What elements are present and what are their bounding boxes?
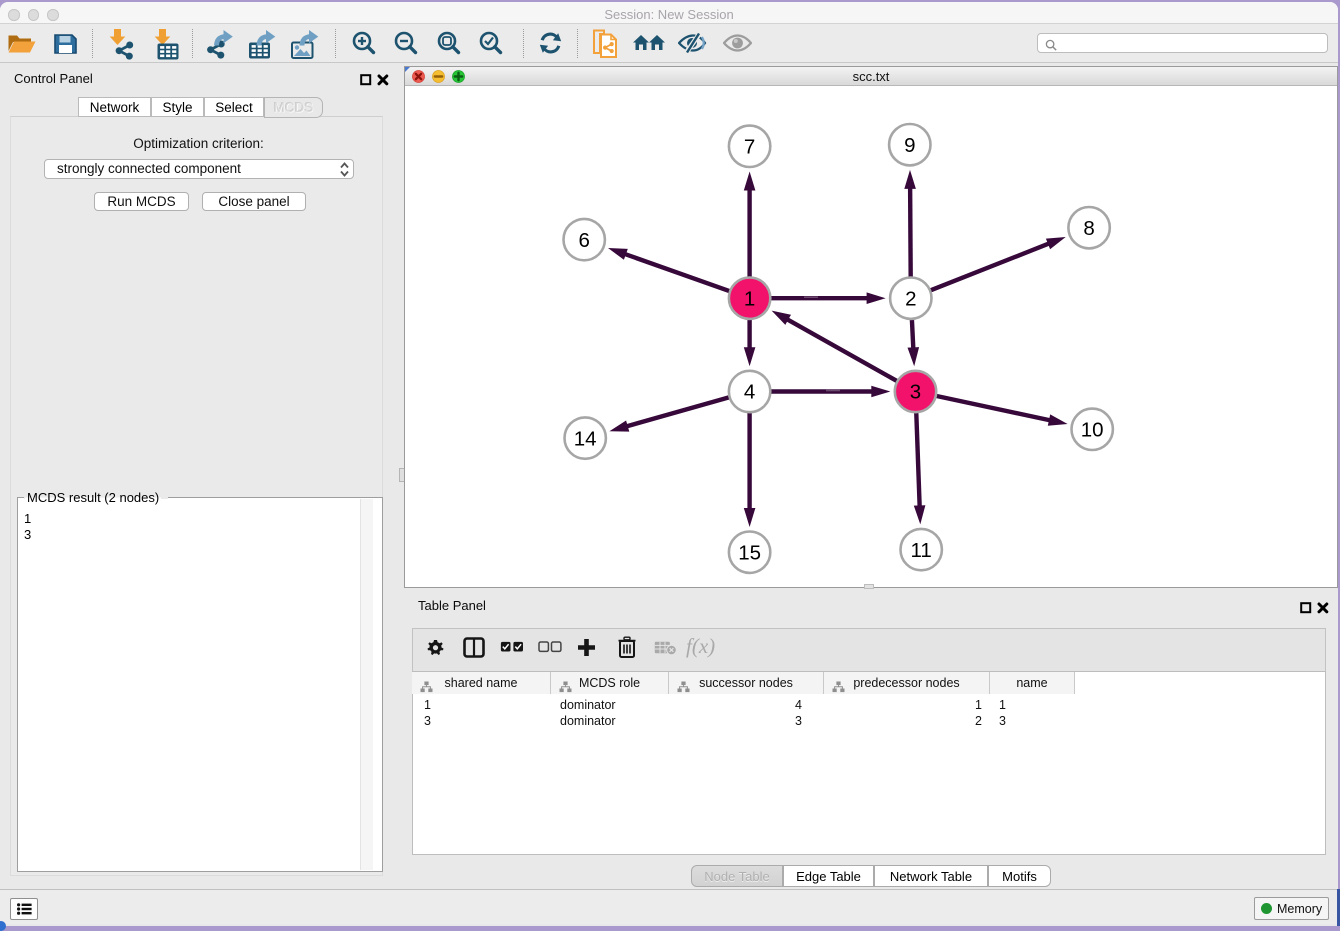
svg-text:3: 3: [910, 381, 921, 404]
svg-text:11: 11: [911, 539, 932, 562]
svg-text:4: 4: [744, 381, 755, 404]
svg-text:6: 6: [578, 229, 589, 252]
svg-text:10: 10: [1081, 419, 1104, 442]
svg-text:15: 15: [738, 541, 761, 564]
svg-text:7: 7: [744, 136, 755, 159]
svg-text:2: 2: [905, 287, 916, 310]
svg-text:8: 8: [1083, 217, 1094, 240]
svg-text:14: 14: [574, 427, 597, 450]
svg-text:1: 1: [744, 287, 755, 310]
svg-text:9: 9: [904, 134, 915, 157]
